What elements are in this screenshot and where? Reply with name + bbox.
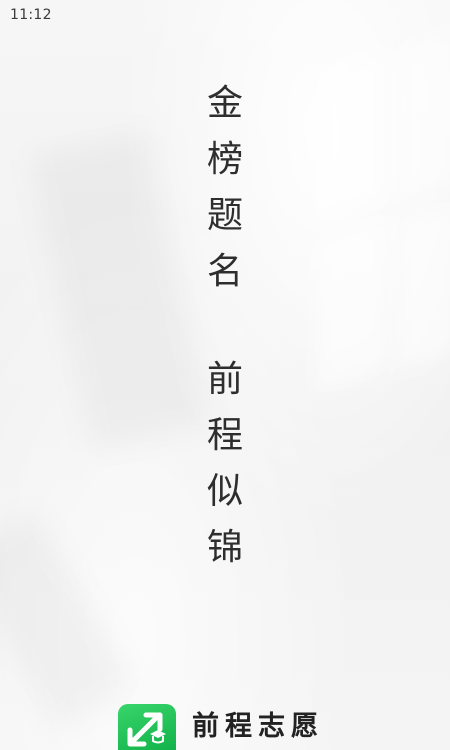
status-bar-time: 11:12 — [10, 7, 52, 23]
graduation-arrow-logo-icon — [118, 704, 176, 750]
splash-screen: 11:12 金 榜 题 名 前 程 似 锦 前程志愿 — [0, 0, 450, 750]
slogan-char: 榜 — [206, 139, 243, 180]
slogan-char: 程 — [206, 415, 243, 456]
slogan-char: 前 — [206, 359, 243, 400]
slogan-char: 金 — [206, 83, 243, 124]
slogan-char: 锦 — [206, 527, 243, 568]
slogan-line-1: 金 榜 题 名 — [0, 76, 450, 300]
brand-lockup: 前程志愿 — [118, 704, 324, 750]
slogan-char: 似 — [206, 471, 243, 512]
slogan-char: 题 — [206, 195, 243, 236]
slogan-char: 名 — [206, 251, 243, 292]
slogan-line-2: 前 程 似 锦 — [0, 352, 450, 576]
app-name: 前程志愿 — [192, 711, 324, 742]
